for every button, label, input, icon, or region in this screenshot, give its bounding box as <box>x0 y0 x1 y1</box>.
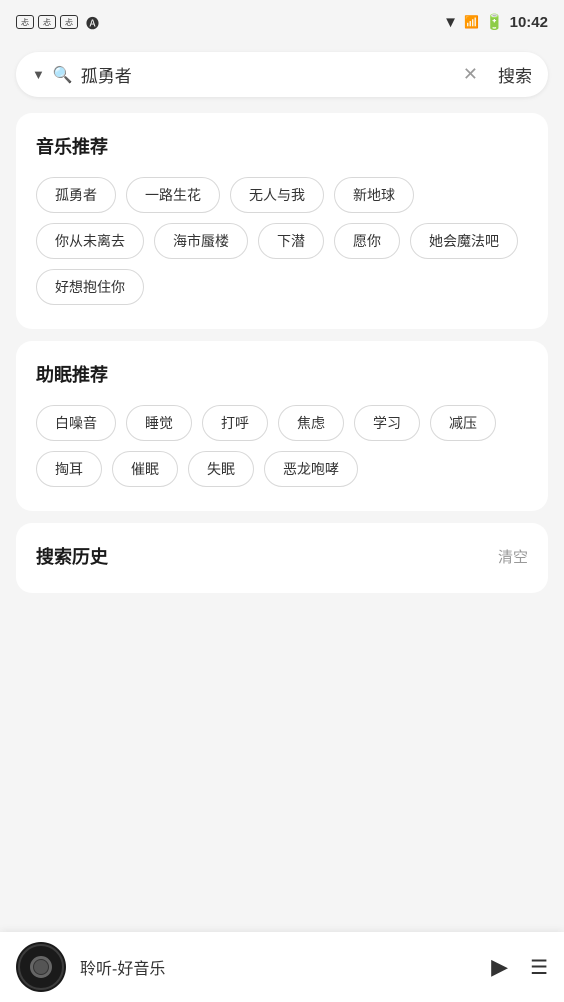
sleep-tag[interactable]: 白噪音 <box>36 405 116 441</box>
dropdown-arrow-icon: ▼ <box>32 67 45 82</box>
player-disc <box>16 942 66 992</box>
music-recommendations-section: 音乐推荐 孤勇者一路生花无人与我新地球你从未离去海市蜃楼下潜愿你她会魔法吧好想抱… <box>16 113 548 329</box>
search-history-section: 搜索历史 清空 <box>16 523 548 593</box>
clear-history-button[interactable]: 清空 <box>498 546 528 567</box>
music-tag[interactable]: 好想抱住你 <box>36 269 144 305</box>
music-tag[interactable]: 新地球 <box>334 177 414 213</box>
music-section-title: 音乐推荐 <box>36 133 528 159</box>
sleep-section-title: 助眠推荐 <box>36 361 528 387</box>
music-tag[interactable]: 她会魔法吧 <box>410 223 518 259</box>
music-tags-container: 孤勇者一路生花无人与我新地球你从未离去海市蜃楼下潜愿你她会魔法吧好想抱住你 <box>36 177 528 305</box>
music-tag[interactable]: 你从未离去 <box>36 223 144 259</box>
time-display: 10:42 <box>510 14 548 31</box>
main-content: 音乐推荐 孤勇者一路生花无人与我新地球你从未离去海市蜃楼下潜愿你她会魔法吧好想抱… <box>0 105 564 601</box>
sim-icon: 🅐 <box>86 13 99 32</box>
search-bar: ▼ 🔍 孤勇者 ✕ 搜索 <box>16 52 548 97</box>
bottom-player: 聆听-好音乐 ▶ ☰ <box>0 932 564 1002</box>
notif-icon-1: 忐 <box>16 15 34 29</box>
sleep-tag[interactable]: 打呼 <box>202 405 268 441</box>
sleep-tag[interactable]: 学习 <box>354 405 420 441</box>
sleep-tag[interactable]: 焦虑 <box>278 405 344 441</box>
sleep-recommendations-section: 助眠推荐 白噪音睡觉打呼焦虑学习减压掏耳催眠失眠恶龙咆哮 <box>16 341 548 511</box>
notif-icon-2: 忐 <box>38 15 56 29</box>
history-title: 搜索历史 <box>36 543 108 569</box>
music-tag[interactable]: 下潜 <box>258 223 324 259</box>
music-tag[interactable]: 无人与我 <box>230 177 324 213</box>
search-submit-button[interactable]: 搜索 <box>490 62 532 87</box>
player-playlist-button[interactable]: ☰ <box>530 955 548 980</box>
sleep-tags-container: 白噪音睡觉打呼焦虑学习减压掏耳催眠失眠恶龙咆哮 <box>36 405 528 487</box>
sleep-tag[interactable]: 睡觉 <box>126 405 192 441</box>
search-magnifier-icon: 🔍 <box>53 65 73 85</box>
sleep-tag[interactable]: 催眠 <box>112 451 178 487</box>
signal-icon: 📶 <box>464 15 479 29</box>
notif-icon-3: 忐 <box>60 15 78 29</box>
history-header: 搜索历史 清空 <box>36 543 528 569</box>
sleep-tag[interactable]: 减压 <box>430 405 496 441</box>
sleep-tag[interactable]: 恶龙咆哮 <box>264 451 358 487</box>
music-tag[interactable]: 一路生花 <box>126 177 220 213</box>
status-right: ▼ 📶 🔋 10:42 <box>443 13 548 31</box>
player-play-button[interactable]: ▶ <box>491 954 508 980</box>
sleep-tag[interactable]: 掏耳 <box>36 451 102 487</box>
player-track-title: 聆听-好音乐 <box>80 955 477 979</box>
battery-icon: 🔋 <box>485 13 504 31</box>
search-input[interactable]: 孤勇者 <box>81 62 451 87</box>
search-dropdown-button[interactable]: ▼ <box>32 67 45 82</box>
clear-search-button[interactable]: ✕ <box>459 64 482 85</box>
disc-center <box>34 960 48 974</box>
music-tag[interactable]: 愿你 <box>334 223 400 259</box>
sleep-tag[interactable]: 失眠 <box>188 451 254 487</box>
notification-icons: 忐 忐 忐 🅐 <box>16 13 99 32</box>
music-tag[interactable]: 海市蜃楼 <box>154 223 248 259</box>
wifi-icon: ▼ <box>443 14 458 31</box>
status-bar: 忐 忐 忐 🅐 ▼ 📶 🔋 10:42 <box>0 0 564 44</box>
music-tag[interactable]: 孤勇者 <box>36 177 116 213</box>
